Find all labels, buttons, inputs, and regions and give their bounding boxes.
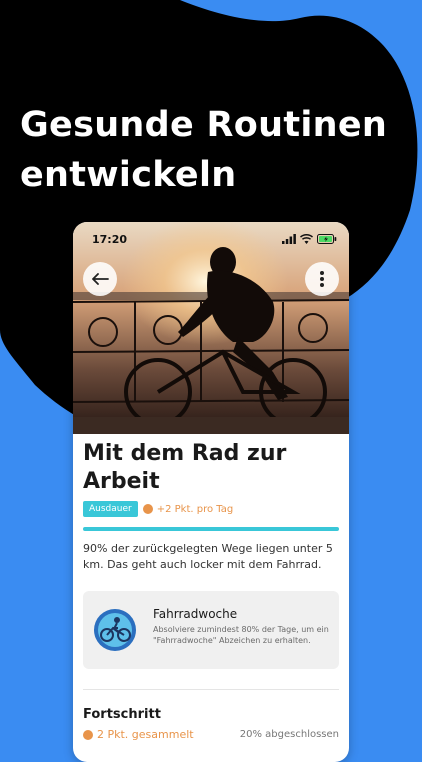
battery-icon (317, 234, 337, 244)
badge-card[interactable]: Fahrradwoche Absolviere zumindest 80% de… (83, 591, 339, 669)
points-per-day: +2 Pkt. pro Tag (156, 503, 234, 515)
badge-description: Absolviere zumindest 80% der Tage, um ei… (153, 625, 329, 645)
arrow-left-icon (92, 273, 109, 285)
wifi-icon (300, 234, 313, 244)
signal-icon (282, 234, 296, 244)
headline-line-1: Gesunde Routinen (20, 105, 388, 145)
coin-icon (142, 504, 153, 514)
progress-bar (83, 527, 339, 531)
status-bar: 17:20 (73, 222, 349, 256)
activity-title: Mit dem Rad zur Arbeit (83, 441, 287, 494)
more-options-button[interactable] (305, 262, 339, 296)
phone-screen: 17:20 Mit dem Rad zur Arbeit Ausdauer +2… (73, 222, 349, 762)
more-vertical-icon (320, 271, 324, 287)
headline: Gesunde Routinen entwickeln (20, 100, 387, 200)
bicycle-badge-icon (94, 609, 136, 651)
divider (83, 689, 339, 690)
activity-description: 90% der zurückgelegten Wege liegen unter… (83, 542, 333, 571)
category-tag[interactable]: Ausdauer (83, 501, 138, 517)
progress-section-title: Fortschritt (83, 707, 161, 722)
badge-title: Fahrradwoche (153, 607, 238, 621)
points-collected: 2 Pkt. gesammelt (97, 728, 194, 741)
activity-content: Mit dem Rad zur Arbeit Ausdauer +2 Pkt. … (83, 440, 339, 741)
headline-line-2: entwickeln (20, 155, 237, 195)
coin-icon (83, 729, 93, 740)
activity-tags: Ausdauer +2 Pkt. pro Tag (83, 501, 339, 517)
back-button[interactable] (83, 262, 117, 296)
status-time: 17:20 (92, 233, 128, 246)
percent-completed: 20% abgeschlossen (239, 729, 339, 740)
progress-row: 2 Pkt. gesammelt 20% abgeschlossen (83, 728, 339, 741)
